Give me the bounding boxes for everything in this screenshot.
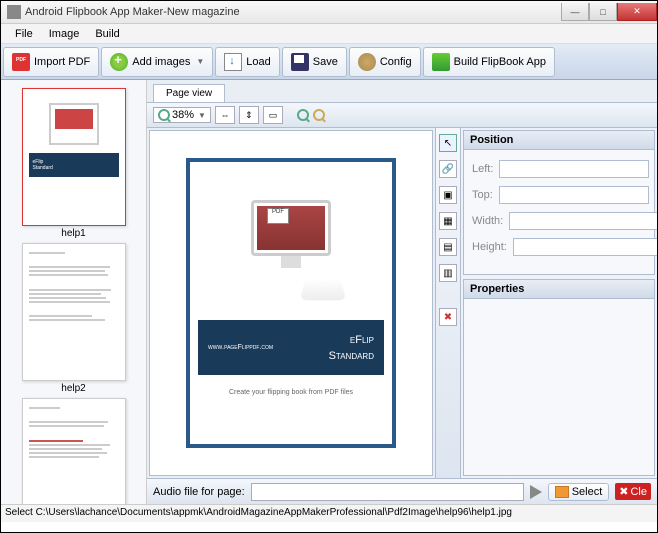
left-label: Left: [472,163,499,175]
dropdown-icon: ▼ [196,57,204,66]
audio-label: Audio file for page: [153,486,245,498]
width-input[interactable] [509,212,657,230]
thumbnail-sidebar[interactable]: eFlipStandard help1 help2 [1,80,147,504]
zoom-out-icon[interactable] [313,109,325,121]
load-button[interactable]: Load [215,47,279,77]
clear-audio-button[interactable]: ✖ Cle [615,483,651,500]
menu-image[interactable]: Image [41,26,88,42]
select-label: Select [572,486,603,498]
menu-build[interactable]: Build [87,26,127,42]
fit-width-button[interactable]: ⇔ [215,106,235,124]
zoom-value: 38% [172,109,194,121]
thumb-item[interactable]: eFlipStandard help1 [22,88,126,239]
gear-icon [358,53,376,71]
maximize-button[interactable]: □ [589,3,617,21]
play-button[interactable] [530,485,542,499]
text-tool[interactable]: ▤ [439,238,457,256]
add-icon [110,53,128,71]
page-toolbar: 38% ▼ ⇔ ⇕ ▭ [147,102,657,128]
element-toolbar: ↖ 🔗 ▣ ▦ ▤ ▥ ✖ [435,128,461,478]
magnifier-icon [158,109,170,121]
pdf-icon [12,53,30,71]
folder-icon [555,486,569,498]
page-canvas[interactable]: PDF www.pageFlippdf.com eFlip Standard C… [149,130,433,476]
save-label: Save [313,56,338,68]
import-pdf-label: Import PDF [34,56,90,68]
menu-file[interactable]: File [7,26,41,42]
pointer-tool[interactable]: ↖ [439,134,457,152]
config-label: Config [380,56,412,68]
video-tool[interactable]: ▣ [439,186,457,204]
tab-strip: Page view [147,80,657,102]
image-tool[interactable]: ▦ [439,212,457,230]
thumb-label: help2 [61,383,85,394]
height-input[interactable] [513,238,657,256]
window-title: Android Flipbook App Maker-New magazine [25,6,561,18]
page-footer: Create your flipping book from PDF files [229,389,353,396]
zoom-in-icon[interactable] [297,109,309,121]
menu-bar: File Image Build [1,24,657,44]
media-tool[interactable]: ▥ [439,264,457,282]
clear-label: Cle [630,486,647,498]
load-icon [224,53,242,71]
thumb-item[interactable] [22,398,126,504]
tab-page-view[interactable]: Page view [153,84,225,102]
editor-panel: Page view 38% ▼ ⇔ ⇕ ▭ PDF [147,80,657,504]
main-toolbar: Import PDF Add images ▼ Load Save Config… [1,44,657,80]
minimize-button[interactable]: — [561,3,589,21]
thumb-item[interactable]: help2 [22,243,126,394]
select-audio-button[interactable]: Select [548,483,610,501]
fit-height-button[interactable]: ⇕ [239,106,259,124]
audio-path-input[interactable] [251,483,524,501]
load-label: Load [246,56,270,68]
app-icon [7,5,21,19]
page-graphic: PDF [231,200,351,300]
fit-page-button[interactable]: ▭ [263,106,283,124]
page-url: www.pageFlippdf.com [208,344,273,351]
brand-line2: Standard [329,350,374,362]
config-button[interactable]: Config [349,47,421,77]
close-button[interactable]: ✕ [617,3,657,21]
add-images-button[interactable]: Add images ▼ [101,47,213,77]
import-pdf-button[interactable]: Import PDF [3,47,99,77]
build-app-label: Build FlipBook App [454,56,546,68]
status-bar: Select C:\Users\lachance\Documents\appmk… [1,504,657,522]
save-button[interactable]: Save [282,47,347,77]
document-page: PDF www.pageFlippdf.com eFlip Standard C… [186,158,396,448]
properties-header: Properties [464,280,654,299]
properties-panel: Position Left: Top: Width: [461,128,657,478]
link-tool[interactable]: 🔗 [439,160,457,178]
top-input[interactable] [499,186,649,204]
main-area: eFlipStandard help1 help2 [1,80,657,504]
title-bar: Android Flipbook App Maker-New magazine … [1,1,657,24]
build-icon [432,53,450,71]
add-images-label: Add images [132,56,190,68]
brand-line1: eFlip [350,334,374,346]
top-label: Top: [472,189,499,201]
delete-tool[interactable]: ✖ [439,308,457,326]
thumb-label: help1 [61,228,85,239]
position-header: Position [464,131,654,150]
build-app-button[interactable]: Build FlipBook App [423,47,555,77]
height-label: Height: [472,241,513,253]
audio-bar: Audio file for page: Select ✖ Cle [147,478,657,504]
width-label: Width: [472,215,509,227]
zoom-control[interactable]: 38% ▼ [153,107,211,123]
dropdown-icon: ▼ [198,111,206,120]
clear-icon: ✖ [619,485,628,498]
save-icon [291,53,309,71]
left-input[interactable] [499,160,649,178]
